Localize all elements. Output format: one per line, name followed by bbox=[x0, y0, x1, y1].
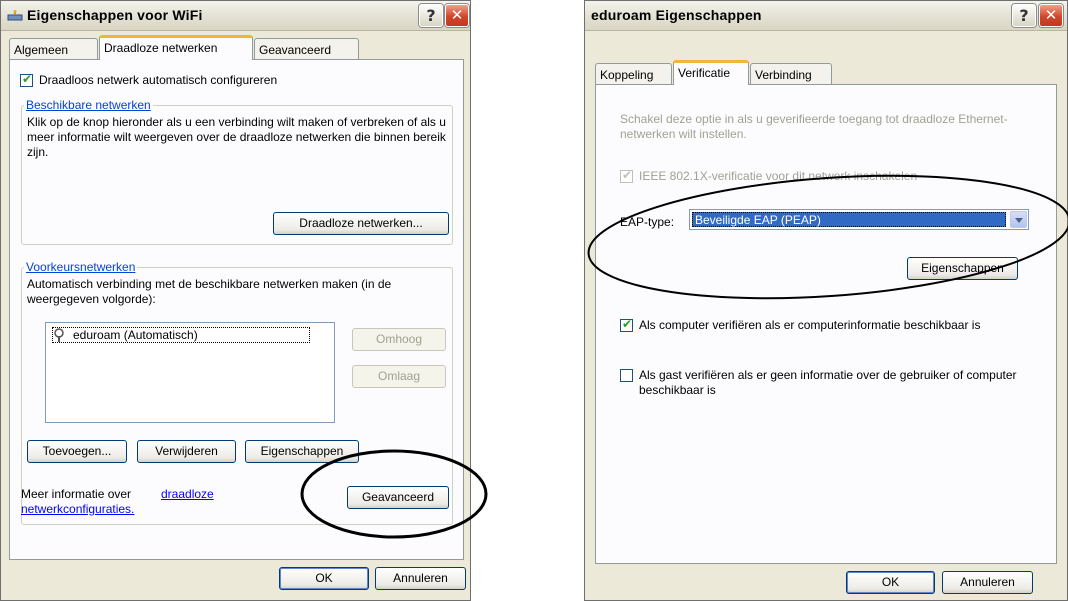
list-item[interactable]: eduroam (Automatisch) bbox=[52, 327, 310, 343]
eap-type-value: Beveiligde EAP (PEAP) bbox=[692, 212, 1006, 227]
cancel-button[interactable]: Annuleren bbox=[375, 567, 466, 590]
close-icon[interactable] bbox=[445, 4, 469, 27]
dialog-title: eduroam Eigenschappen bbox=[591, 7, 762, 23]
preferred-networks-list[interactable]: eduroam (Automatisch) bbox=[45, 322, 335, 423]
eduroam-properties-dialog: eduroam Eigenschappen Koppeling Verifica… bbox=[584, 0, 1068, 601]
chevron-down-icon[interactable] bbox=[1010, 211, 1027, 228]
title-bar: Eigenschappen voor WiFi bbox=[1, 1, 470, 31]
wireless-networks-button[interactable]: Draadloze netwerken... bbox=[273, 212, 449, 235]
move-up-button[interactable]: Omhoog bbox=[352, 328, 446, 351]
ieee-label: IEEE 802.1X-verificatie voor dit netwerk… bbox=[639, 169, 918, 183]
move-down-button[interactable]: Omlaag bbox=[352, 365, 446, 388]
cancel-button[interactable]: Annuleren bbox=[942, 571, 1033, 594]
advanced-button[interactable]: Geavanceerd bbox=[347, 486, 449, 509]
wifi-properties-dialog: Eigenschappen voor WiFi Algemeen Draadlo… bbox=[0, 0, 471, 601]
ok-button[interactable]: OK bbox=[846, 571, 935, 594]
help-icon[interactable] bbox=[419, 4, 443, 27]
eap-type-label: EAP-type: bbox=[620, 215, 675, 229]
preferred-networks-legend: Voorkeursnetwerken bbox=[24, 260, 138, 274]
tab-koppeling[interactable]: Koppeling bbox=[595, 63, 672, 85]
properties-button[interactable]: Eigenschappen bbox=[245, 440, 359, 463]
close-icon[interactable] bbox=[1039, 4, 1063, 27]
add-button[interactable]: Toevoegen... bbox=[27, 440, 127, 463]
auto-config-label: Draadloos netwerk automatisch configurer… bbox=[39, 73, 278, 87]
list-item-label: eduroam (Automatisch) bbox=[73, 328, 198, 342]
computer-auth-checkbox[interactable] bbox=[620, 317, 633, 332]
available-networks-legend: Beschikbare netwerken bbox=[24, 98, 153, 112]
tab-draadloze-netwerken[interactable]: Draadloze netwerken bbox=[99, 35, 253, 60]
more-info-link[interactable]: draadloze netwerkconfiguraties. bbox=[21, 487, 241, 517]
preferred-networks-description: Automatisch verbinding met de beschikbar… bbox=[27, 277, 392, 306]
network-icon bbox=[7, 10, 23, 21]
ieee-checkbox[interactable] bbox=[620, 168, 633, 183]
move-down-label: Omlaag bbox=[377, 369, 421, 383]
available-networks-description: Klik op de knop hieronder als u een verb… bbox=[27, 115, 446, 159]
remove-button[interactable]: Verwijderen bbox=[137, 440, 236, 463]
intro-text: Schakel deze optie in als u geverifieerd… bbox=[620, 112, 1008, 141]
tab-algemeen[interactable]: Algemeen bbox=[9, 38, 98, 60]
tab-geavanceerd[interactable]: Geavanceerd bbox=[254, 38, 359, 60]
move-up-label: Omhoog bbox=[375, 332, 423, 346]
dialog-title: Eigenschappen voor WiFi bbox=[27, 7, 203, 23]
tab-panel: Draadloos netwerk automatisch configurer… bbox=[9, 59, 464, 560]
guest-auth-checkbox[interactable] bbox=[620, 369, 633, 382]
tab-verbinding[interactable]: Verbinding bbox=[750, 63, 832, 85]
wireless-network-icon bbox=[54, 328, 64, 342]
tab-verificatie[interactable]: Verificatie bbox=[673, 60, 749, 85]
eap-properties-button[interactable]: Eigenschappen bbox=[907, 257, 1018, 280]
eap-type-select[interactable]: Beveiligde EAP (PEAP) bbox=[689, 209, 1029, 230]
title-bar: eduroam Eigenschappen bbox=[585, 1, 1067, 31]
guest-auth-label: Als gast verifiëren als er geen informat… bbox=[639, 368, 1017, 397]
help-icon[interactable] bbox=[1012, 4, 1036, 27]
ok-button[interactable]: OK bbox=[279, 567, 369, 590]
computer-auth-label: Als computer verifiëren als er computeri… bbox=[639, 318, 981, 332]
auto-config-checkbox[interactable] bbox=[20, 72, 33, 87]
tab-panel: Schakel deze optie in als u geverifieerd… bbox=[595, 84, 1057, 564]
